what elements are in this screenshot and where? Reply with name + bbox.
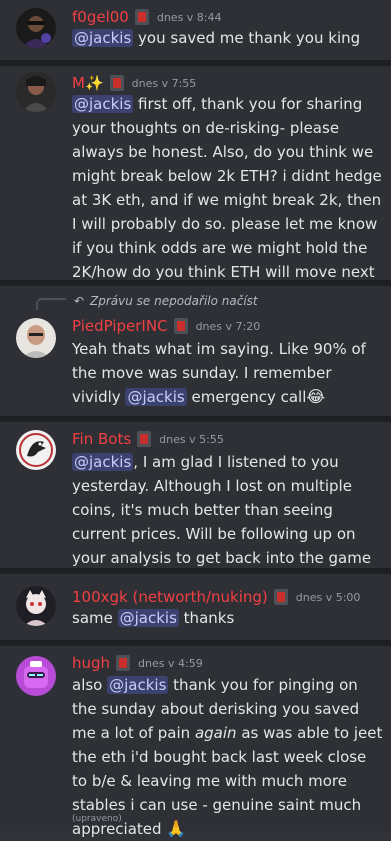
timestamp: dnes v 7:20	[195, 319, 261, 333]
reply-connector	[36, 298, 66, 310]
timestamp: dnes v 7:55	[131, 76, 197, 90]
server-tag-icon	[137, 431, 152, 447]
message: Fin Bots dnes v 5:55 @jackis, I am glad …	[0, 422, 391, 591]
message: 100xgk (networth/nuking) dnes v 5:00 sam…	[0, 574, 391, 640]
username[interactable]: PiedPiperINC	[72, 317, 168, 335]
server-tag-icon	[116, 655, 131, 671]
reply-preview[interactable]: ↶ Zprávu se nepodařilo načíst	[72, 294, 258, 308]
user-mention[interactable]: @jackis	[107, 676, 169, 694]
username[interactable]: hugh	[72, 654, 110, 672]
praying-hands-emoji: 🙏	[166, 819, 187, 838]
avatar[interactable]	[16, 8, 56, 48]
avatar[interactable]	[16, 318, 56, 358]
user-mention[interactable]: @jackis	[72, 29, 134, 47]
user-mention[interactable]: @jackis	[125, 388, 187, 406]
avatar[interactable]	[16, 656, 56, 696]
laughing-emoji: 😂	[306, 387, 326, 406]
avatar[interactable]	[16, 586, 56, 626]
message: f0gel00 dnes v 8:44 @jackis you saved me…	[0, 0, 391, 60]
server-tag-icon	[109, 75, 124, 91]
edited-label: (upraveno)	[72, 814, 122, 824]
timestamp: dnes v 5:55	[159, 432, 224, 446]
timestamp: dnes v 8:44	[156, 10, 222, 24]
username[interactable]: M✨	[72, 74, 104, 92]
message: ↶ Zprávu se nepodařilo načíst PiedPiperI…	[0, 286, 391, 416]
user-mention[interactable]: @jackis	[117, 609, 179, 627]
user-mention[interactable]: @jackis	[72, 95, 134, 113]
server-tag-icon	[173, 318, 188, 334]
message-content: @jackis first off, thank you for sharing…	[72, 95, 382, 281]
message-content: same @jackis thanks	[72, 609, 235, 627]
message-content: @jackis you saved me thank you king	[72, 29, 361, 47]
timestamp: dnes v 5:00	[295, 590, 361, 604]
timestamp: dnes v 4:59	[138, 656, 203, 670]
avatar[interactable]	[16, 72, 56, 112]
username[interactable]: 100xgk (networth/nuking)	[72, 588, 268, 606]
reply-arrow-icon: ↶	[73, 294, 85, 308]
username[interactable]: Fin Bots	[72, 430, 131, 448]
avatar[interactable]	[16, 430, 56, 470]
server-tag-icon	[273, 589, 288, 605]
message-content: Yeah thats what im saying. Like 90% of t…	[72, 340, 366, 406]
username[interactable]: f0gel00	[72, 8, 129, 26]
server-tag-icon	[134, 9, 149, 25]
message: M✨ dnes v 7:55 @jackis first off, thank …	[0, 66, 391, 281]
message: hugh dnes v 4:59 also @jackis thank you …	[0, 646, 391, 838]
user-mention[interactable]: @jackis	[72, 453, 134, 471]
